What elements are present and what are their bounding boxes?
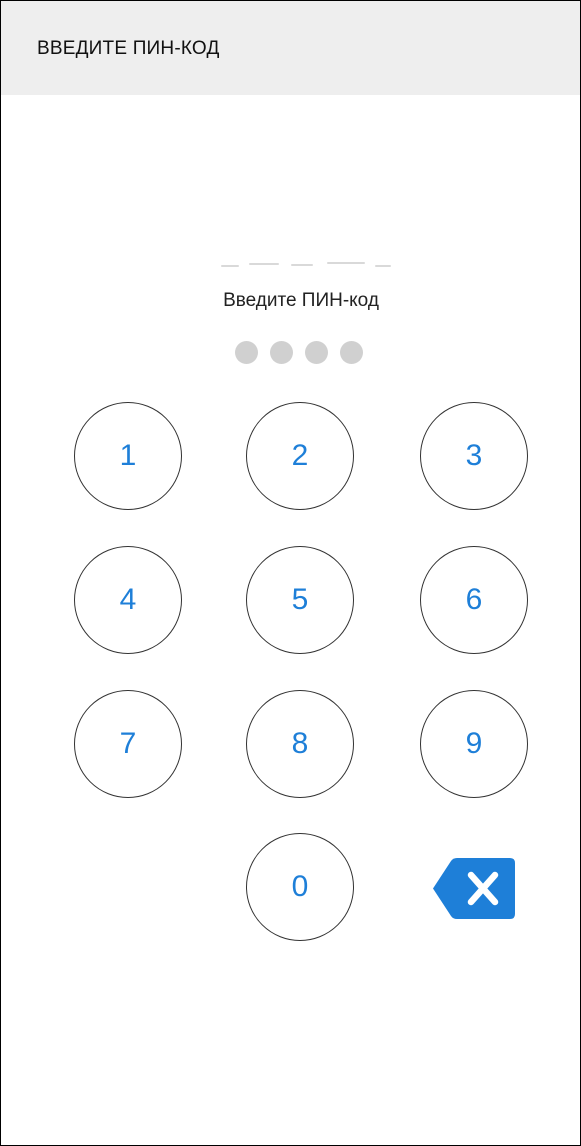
pin-dot-1 — [235, 341, 258, 364]
backspace-button[interactable] — [433, 858, 515, 919]
app-header: ВВЕДИТЕ ПИН-КОД — [1, 1, 580, 95]
key-6[interactable]: 6 — [420, 546, 528, 654]
backspace-icon — [433, 858, 515, 919]
pin-dot-4 — [340, 341, 363, 364]
key-1[interactable]: 1 — [74, 402, 182, 510]
key-2[interactable]: 2 — [246, 402, 354, 510]
key-0[interactable]: 0 — [246, 833, 354, 941]
key-7[interactable]: 7 — [74, 690, 182, 798]
pin-screen: ВВЕДИТЕ ПИН-КОД Введите ПИН-код 1 2 3 4 … — [0, 0, 581, 1146]
key-4[interactable]: 4 — [74, 546, 182, 654]
pin-dot-2 — [270, 341, 293, 364]
key-3[interactable]: 3 — [420, 402, 528, 510]
pin-prompt: Введите ПИН-код — [223, 290, 379, 311]
key-9[interactable]: 9 — [420, 690, 528, 798]
pin-indicator — [235, 341, 375, 365]
key-8[interactable]: 8 — [246, 690, 354, 798]
key-5[interactable]: 5 — [246, 546, 354, 654]
header-title: ВВЕДИТЕ ПИН-КОД — [37, 38, 220, 59]
pin-dot-3 — [305, 341, 328, 364]
faint-account-text — [215, 257, 395, 271]
